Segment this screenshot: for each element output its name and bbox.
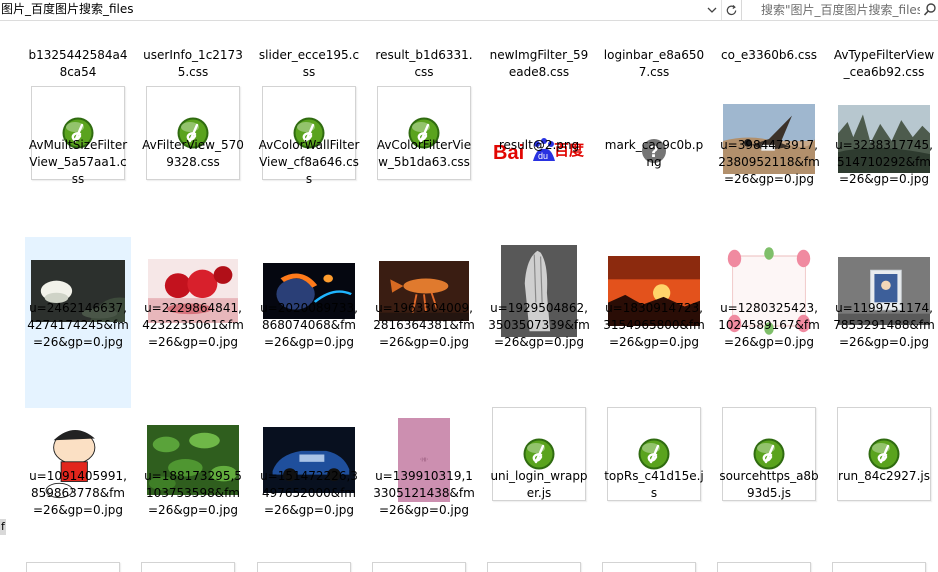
file-thumbnail[interactable] (832, 562, 926, 572)
file-name-label: result@2.png (498, 138, 580, 152)
file-item[interactable]: u=1929504862,3503507339&fm=26&gp=0.jpg (486, 237, 592, 408)
search-input[interactable] (742, 0, 920, 20)
file-item[interactable]: AvTypeFilterView_cea6b92.css (831, 21, 937, 87)
file-item[interactable]: newImgFilter_59eade8.css (486, 21, 592, 87)
file-item[interactable]: ·ı·ıı· u=139910319,13305121438&fm=26&gp=0… (371, 406, 477, 517)
dreamweaver-file-icon (868, 438, 900, 470)
file-name-label: u=2020089733,868074068&fm=26&gp=0.jpg (260, 301, 358, 349)
file-thumbnail[interactable] (257, 562, 351, 572)
file-item[interactable]: u=151472226,3497652000&fm=26&gp=0.jpg (256, 406, 362, 517)
refresh-icon[interactable] (721, 0, 741, 20)
file-name-label: AvTypeFilterView_cea6b92.css (833, 48, 935, 79)
file-name-label: u=3238317745,514710292&fm=26&gp=0.jpg (835, 138, 933, 186)
file-name-label: u=188173295,5103753598&fm=26&gp=0.jpg (144, 469, 242, 517)
file-thumbnail[interactable] (602, 562, 696, 572)
file-item[interactable]: AvFilterView_5709328.css (140, 85, 246, 180)
left-edge-text: f (0, 519, 6, 535)
file-name-label: uni_login_wrapper.js (490, 469, 588, 500)
file-item[interactable]: ? mark_cac9c0b.png (601, 85, 707, 177)
search-icon[interactable] (923, 2, 937, 18)
file-item[interactable]: slider_ecce195.css (256, 21, 362, 87)
file-item[interactable]: u=1830914723,3154965800&fm=26&gp=0.jpg (601, 237, 707, 408)
file-name-label: AvFilterView_5709328.css (142, 138, 244, 169)
file-item[interactable]: result_b1d6331.css (371, 21, 477, 87)
file-name-label: AvColorWallFilterView_cf8a646.css (258, 138, 360, 186)
file-item[interactable]: u=3238317745,514710292&fm=26&gp=0.jpg (831, 85, 937, 186)
file-item[interactable]: AvColorFilterView_5b1da63.css (371, 85, 477, 180)
dreamweaver-file-icon (638, 438, 670, 470)
file-item[interactable]: uni_login_wrapper.js (486, 406, 592, 508)
file-item[interactable]: u=1199751174,7853291488&fm=26&gp=0.jpg (831, 237, 937, 408)
address-path[interactable]: 图片_百度图片搜索_files (0, 0, 720, 20)
file-item[interactable]: co_e3360b6.css (716, 21, 822, 87)
file-item[interactable]: u=3984473917,2380952118&fm=26&gp=0.jpg (716, 85, 822, 186)
file-thumbnail (837, 407, 931, 501)
file-thumbnail[interactable] (372, 562, 466, 572)
file-name-label: sourcehttps_a8b93d5.js (719, 469, 819, 500)
file-name-label: u=139910319,13305121438&fm=26&gp=0.jpg (373, 469, 475, 517)
file-item[interactable]: sourcehttps_a8b93d5.js (716, 406, 822, 508)
file-thumbnail[interactable] (141, 562, 235, 572)
file-item[interactable]: b1325442584a48ca54 (25, 21, 131, 87)
file-name-label: u=1280325423,1024589167&fm=26&gp=0.jpg (718, 301, 820, 349)
file-name-label: userInfo_1c21735.css (143, 48, 243, 79)
file-name-label: run_84c2927.js (838, 469, 930, 483)
file-name-label: AvMuiltSizeFilterView_5a57aa1.css (28, 138, 128, 186)
dreamweaver-file-icon (523, 438, 555, 470)
file-item[interactable]: u=2462146637,4274174245&fm=26&gp=0.jpg (25, 237, 131, 408)
file-item[interactable]: u=1280325423,1024589167&fm=26&gp=0.jpg (716, 237, 822, 408)
file-item[interactable]: AvMuiltSizeFilterView_5a57aa1.css (25, 85, 131, 186)
file-name-label: u=1199751174,7853291488&fm=26&gp=0.jpg (833, 301, 935, 349)
file-item[interactable]: u=2020089733,868074068&fm=26&gp=0.jpg (256, 237, 362, 408)
svg-text:·ı·ıı·: ·ı·ıı· (420, 457, 428, 464)
file-name-label: newImgFilter_59eade8.css (489, 48, 589, 79)
address-toolbar: 图片_百度图片搜索_files (0, 0, 938, 21)
file-item[interactable]: u=2229864841,4232235061&fm=26&gp=0.jpg (140, 237, 246, 408)
file-name-label: u=151472226,3497652000&fm=26&gp=0.jpg (260, 469, 358, 517)
file-name-label: co_e3360b6.css (720, 48, 818, 62)
file-name-label: AvColorFilterView_5b1da63.css (376, 138, 472, 169)
file-thumbnail[interactable] (717, 562, 811, 572)
file-name-label: loginbar_e8a6507.css (603, 48, 705, 79)
file-item[interactable]: u=188173295,5103753598&fm=26&gp=0.jpg (140, 406, 246, 517)
file-item[interactable]: topRs_c41d15e.js (601, 406, 707, 508)
file-thumbnail[interactable] (26, 562, 120, 572)
file-name-label: u=2462146637,4274174245&fm=26&gp=0.jpg (27, 301, 129, 349)
file-name-label: u=1929504862,3503507339&fm=26&gp=0.jpg (488, 301, 590, 349)
file-thumbnail[interactable] (487, 562, 581, 572)
file-item[interactable]: AvColorWallFilterView_cf8a646.css (256, 85, 362, 186)
file-name-label: b1325442584a48ca54 (28, 48, 128, 79)
file-item[interactable]: userInfo_1c21735.css (140, 21, 246, 87)
file-item[interactable]: Bai du 百度 result@2.png (486, 85, 592, 177)
file-item[interactable]: run_84c2927.js (831, 406, 937, 508)
file-name-label: slider_ecce195.css (258, 48, 360, 79)
file-list-pane[interactable]: b1325442584a48ca54 userInfo_1c21735.css sl… (0, 21, 938, 572)
file-name-label: u=1963304009,2816364381&fm=26&gp=0.jpg (373, 301, 475, 349)
search-box[interactable] (741, 0, 938, 20)
file-name-label: u=1830914723,3154965800&fm=26&gp=0.jpg (603, 301, 705, 349)
file-name-label: u=3984473917,2380952118&fm=26&gp=0.jpg (718, 138, 820, 186)
file-name-label: topRs_c41d15e.js (604, 469, 704, 500)
file-name-label: u=2229864841,4232235061&fm=26&gp=0.jpg (142, 301, 244, 349)
file-item[interactable]: u=1091405991,859863778&fm=26&gp=0.jpg (25, 406, 131, 517)
dreamweaver-file-icon (753, 438, 785, 470)
chevron-down-icon[interactable] (703, 0, 721, 20)
file-name-label: result_b1d6331.css (375, 48, 473, 79)
file-name-label: u=1091405991,859863778&fm=26&gp=0.jpg (29, 469, 127, 517)
file-name-label: mark_cac9c0b.png (604, 138, 704, 169)
file-item[interactable]: u=1963304009,2816364381&fm=26&gp=0.jpg (371, 237, 477, 408)
file-item[interactable]: loginbar_e8a6507.css (601, 21, 707, 87)
